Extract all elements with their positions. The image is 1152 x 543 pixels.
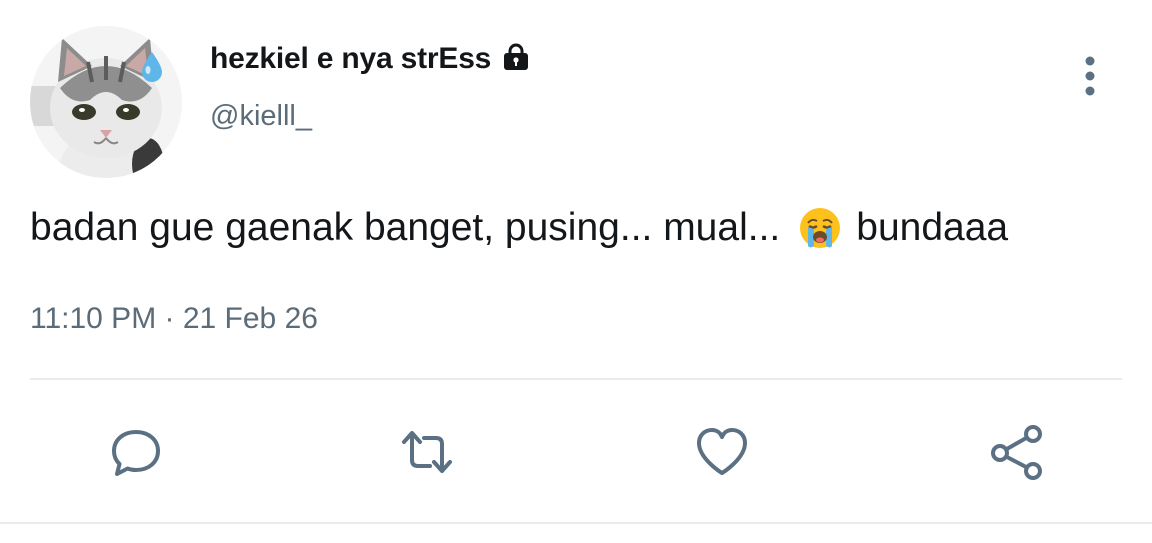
tweet-text-part-1: badan gue gaenak banget, pusing... mual.… (30, 206, 781, 249)
loudly-crying-face-icon (798, 206, 842, 250)
share-icon (991, 425, 1042, 480)
reply-button[interactable] (104, 420, 168, 484)
tweet-text: badan gue gaenak banget, pusing... mual.… (30, 206, 1008, 250)
tweet-text-part-2: bundaaa (856, 206, 1009, 249)
divider (0, 522, 1152, 524)
heart-icon (697, 428, 747, 475)
reply-icon (112, 430, 160, 476)
retweet-button[interactable] (395, 420, 459, 484)
user-handle[interactable]: @kielll_ (210, 100, 312, 133)
cat-avatar-image (30, 26, 182, 178)
share-button[interactable] (985, 420, 1049, 484)
lock-icon (501, 42, 531, 72)
display-name[interactable]: hezkiel e nya strEss (210, 42, 491, 76)
more-options-button[interactable] (1068, 52, 1112, 100)
avatar[interactable] (30, 26, 182, 178)
divider (30, 378, 1122, 380)
vertical-dots-icon (1085, 56, 1095, 96)
tweet-timestamp[interactable]: 11:10 PM · 21 Feb 26 (30, 302, 318, 336)
display-name-row: hezkiel e nya strEss (210, 42, 531, 76)
retweet-icon (402, 431, 452, 473)
like-button[interactable] (690, 420, 754, 484)
